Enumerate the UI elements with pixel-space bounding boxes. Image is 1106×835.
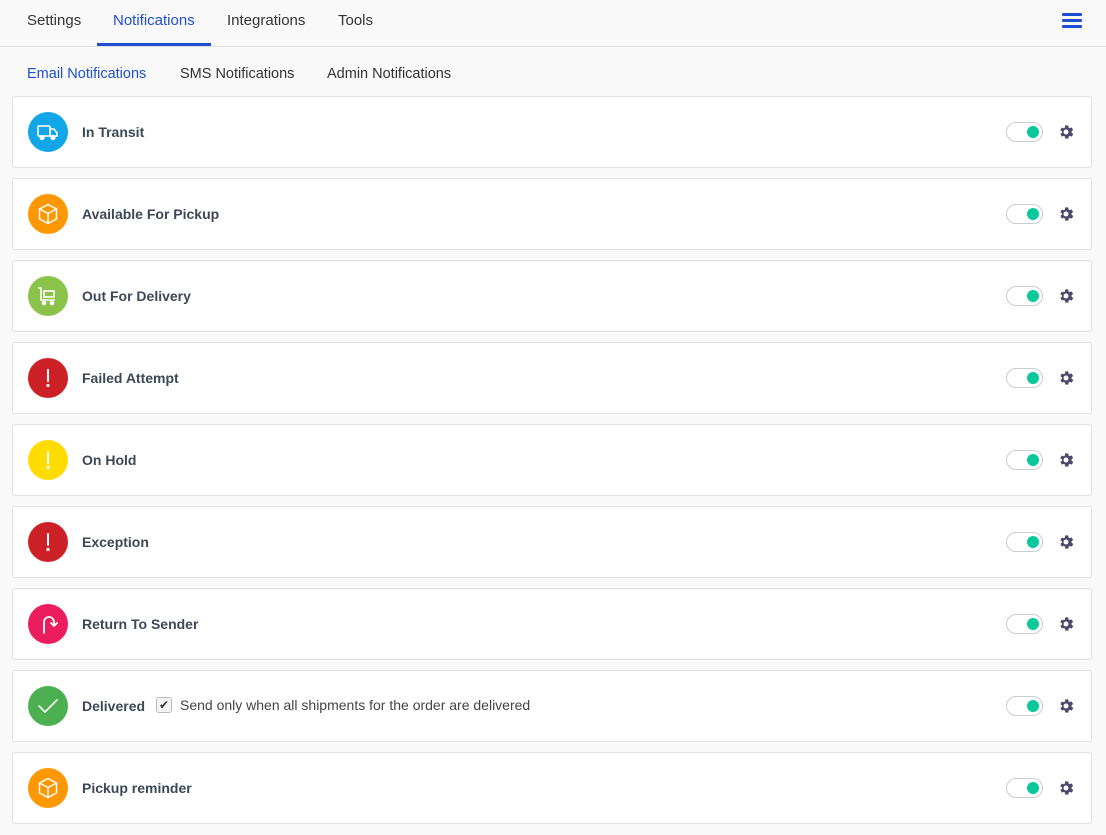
tab-settings[interactable]: Settings: [11, 0, 97, 46]
notification-row-pickup-reminder: Pickup reminder: [12, 752, 1092, 824]
subtab-sms-notifications[interactable]: SMS Notifications: [180, 66, 294, 82]
exclamation-icon: [28, 522, 68, 562]
notification-row-exception: Exception: [12, 506, 1092, 578]
toggle-knob: [1027, 536, 1039, 548]
return-arrow-icon: [28, 604, 68, 644]
send-only-when-all-delivered-checkbox[interactable]: ✔: [156, 697, 172, 713]
delivered-option: ✔ Send only when all shipments for the or…: [156, 697, 530, 713]
enable-toggle[interactable]: [1006, 286, 1043, 306]
enable-toggle[interactable]: [1006, 696, 1043, 716]
notification-label: On Hold: [82, 452, 137, 468]
gear-icon[interactable]: [1057, 615, 1075, 633]
notification-list: In Transit Available For Pickup Out For De…: [12, 96, 1092, 834]
toggle-knob: [1027, 700, 1039, 712]
sub-navigation: Email Notifications SMS Notifications Ad…: [0, 47, 1106, 95]
box-icon: [28, 768, 68, 808]
enable-toggle[interactable]: [1006, 122, 1043, 142]
box-icon: [28, 194, 68, 234]
top-navigation: Settings Notifications Integrations Tool…: [0, 0, 1106, 47]
notification-label: Pickup reminder: [82, 780, 192, 796]
tab-notifications[interactable]: Notifications: [97, 0, 211, 46]
notification-label: Failed Attempt: [82, 370, 179, 386]
gear-icon[interactable]: [1057, 533, 1075, 551]
subtab-email-notifications[interactable]: Email Notifications: [27, 66, 146, 82]
tab-tools[interactable]: Tools: [322, 0, 389, 46]
notification-label: Exception: [82, 534, 149, 550]
notification-label: Return To Sender: [82, 616, 199, 632]
notification-row-on-hold: On Hold: [12, 424, 1092, 496]
notification-row-available-for-pickup: Available For Pickup: [12, 178, 1092, 250]
gear-icon[interactable]: [1057, 779, 1075, 797]
gear-icon[interactable]: [1057, 287, 1075, 305]
gear-icon[interactable]: [1057, 123, 1075, 141]
enable-toggle[interactable]: [1006, 778, 1043, 798]
enable-toggle[interactable]: [1006, 532, 1043, 552]
enable-toggle[interactable]: [1006, 368, 1043, 388]
hamburger-menu-icon[interactable]: [1062, 13, 1082, 29]
notification-row-delivered: Delivered ✔ Send only when all shipments f…: [12, 670, 1092, 742]
subtab-admin-notifications[interactable]: Admin Notifications: [327, 66, 451, 82]
gear-icon[interactable]: [1057, 205, 1075, 223]
notification-row-in-transit: In Transit: [12, 96, 1092, 168]
notification-row-failed-attempt: Failed Attempt: [12, 342, 1092, 414]
toggle-knob: [1027, 208, 1039, 220]
notification-row-return-to-sender: Return To Sender: [12, 588, 1092, 660]
cart-icon: [28, 276, 68, 316]
gear-icon[interactable]: [1057, 369, 1075, 387]
toggle-knob: [1027, 618, 1039, 630]
notification-label: Delivered: [82, 698, 146, 714]
notification-label: In Transit: [82, 124, 145, 140]
tab-integrations[interactable]: Integrations: [211, 0, 321, 46]
toggle-knob: [1027, 454, 1039, 466]
exclamation-icon: [28, 440, 68, 480]
exclamation-icon: [28, 358, 68, 398]
enable-toggle[interactable]: [1006, 204, 1043, 224]
toggle-knob: [1027, 126, 1039, 138]
notification-row-out-for-delivery: Out For Delivery: [12, 260, 1092, 332]
gear-icon[interactable]: [1057, 697, 1075, 715]
toggle-knob: [1027, 372, 1039, 384]
toggle-knob: [1027, 782, 1039, 794]
notification-label: Available For Pickup: [82, 206, 220, 222]
checkbox-label: Send only when all shipments for the ord…: [180, 697, 531, 713]
checkmark-icon: [28, 686, 68, 726]
enable-toggle[interactable]: [1006, 450, 1043, 470]
truck-icon: [28, 112, 68, 152]
enable-toggle[interactable]: [1006, 614, 1043, 634]
gear-icon[interactable]: [1057, 451, 1075, 469]
toggle-knob: [1027, 290, 1039, 302]
notification-label: Out For Delivery: [82, 288, 191, 304]
